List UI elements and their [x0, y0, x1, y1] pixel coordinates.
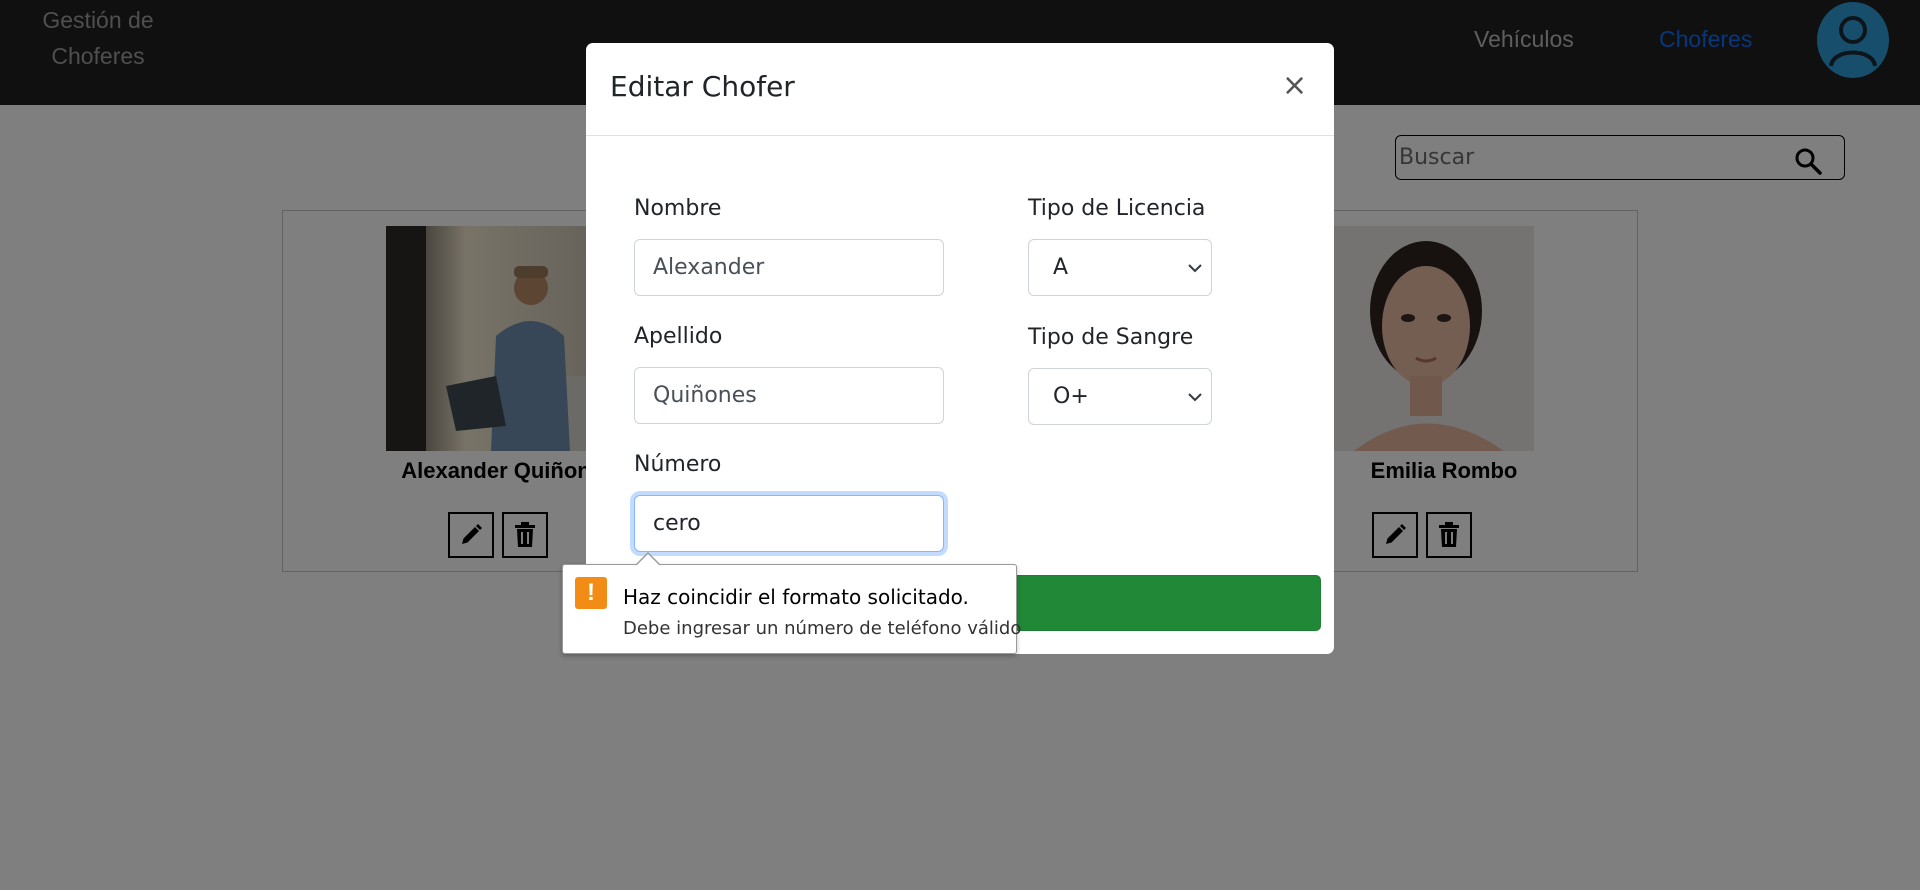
chevron-down-icon: [1188, 393, 1202, 402]
validation-tooltip: ! Haz coincidir el formato solicitado. D…: [562, 552, 1021, 654]
licencia-select[interactable]: A: [1028, 239, 1212, 296]
nombre-input[interactable]: [634, 239, 944, 296]
apellido-label: Apellido: [634, 324, 723, 349]
apellido-input[interactable]: [634, 367, 944, 424]
numero-label: Número: [634, 452, 722, 477]
close-icon[interactable]: ×: [1282, 71, 1307, 101]
chevron-down-icon: [1188, 264, 1202, 273]
submit-button[interactable]: [971, 575, 1321, 631]
sangre-select[interactable]: O+: [1028, 368, 1212, 425]
validation-title: Haz coincidir el formato solicitado.: [623, 585, 969, 609]
licencia-label: Tipo de Licencia: [1028, 196, 1206, 221]
licencia-value: A: [1053, 255, 1069, 280]
sangre-label: Tipo de Sangre: [1028, 325, 1194, 350]
warning-icon: !: [575, 577, 607, 609]
modal-title: Editar Chofer: [610, 70, 795, 103]
validation-message: Debe ingresar un número de teléfono váli…: [623, 618, 1022, 639]
modal-header: Editar Chofer ×: [586, 43, 1334, 136]
tooltip-arrow-inner: [636, 554, 660, 566]
numero-input[interactable]: [634, 495, 944, 552]
nombre-label: Nombre: [634, 196, 722, 221]
sangre-value: O+: [1053, 384, 1089, 409]
edit-driver-modal: Editar Chofer × Nombre Apellido Número T…: [586, 43, 1334, 654]
